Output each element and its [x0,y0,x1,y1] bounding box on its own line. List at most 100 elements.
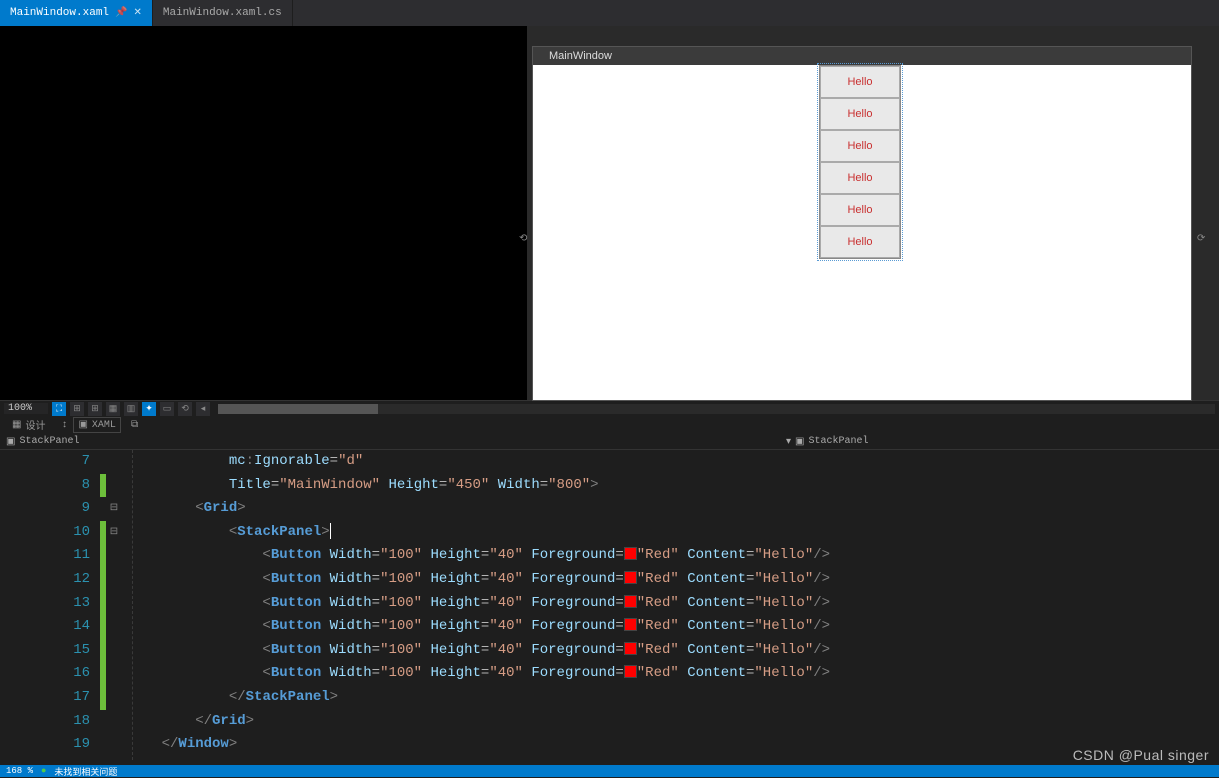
popout-icon[interactable]: ⧉ [131,419,138,431]
preview-button[interactable]: Hello [820,130,900,162]
design-icon: ▦ [12,419,21,431]
zoom-combo[interactable]: 100% [4,403,48,414]
code-line[interactable]: <Button Width="100" Height="40" Foregrou… [122,662,1219,686]
code-line[interactable]: <StackPanel> [122,521,1219,545]
file-tab-bar: MainWindow.xaml 📌 ✕ MainWindow.xaml.cs [0,0,1219,26]
designer-canvas[interactable]: MainWindow HelloHelloHelloHelloHelloHell… [527,26,1219,400]
preview-stackpanel[interactable]: HelloHelloHelloHelloHelloHello [819,65,901,259]
preview-body: HelloHelloHelloHelloHelloHello ⟲ ⟳ [533,65,1191,400]
line-number: 9 [0,497,90,521]
fold-toggle [106,639,122,663]
breadcrumb-right[interactable]: ▾ ▣ StackPanel [786,434,869,449]
tab-label: MainWindow.xaml.cs [163,7,282,19]
preview-button[interactable]: Hello [820,66,900,98]
preview-window[interactable]: MainWindow HelloHelloHelloHelloHelloHell… [532,46,1192,401]
fold-toggle [106,615,122,639]
breadcrumb-bar: ▣ StackPanel ▾ ▣ StackPanel [0,434,1219,450]
code-line[interactable]: <Button Width="100" Height="40" Foregrou… [122,568,1219,592]
line-number: 19 [0,733,90,757]
breadcrumb-left-label: StackPanel [19,436,79,447]
indent-guide [132,450,133,760]
fold-toggle [106,710,122,734]
line-number: 7 [0,450,90,474]
line-number: 8 [0,474,90,498]
pane-tab-xaml[interactable]: ▣ XAML [73,417,120,433]
pane-tab-design[interactable]: ▦ 设计 [8,416,49,434]
fold-toggle[interactable]: ⊟ [106,521,122,545]
status-bar: 168 % ● 未找到相关问题 [0,765,1219,777]
preview-button[interactable]: Hello [820,226,900,258]
xaml-editor[interactable]: 78910111213141516171819 ⊟⊟ mc:Ignorable=… [0,450,1219,760]
pane-tab-design-label: 设计 [25,417,45,433]
line-number: 15 [0,639,90,663]
color-swatch-icon [624,618,637,631]
check-icon: ● [41,766,46,776]
line-number: 16 [0,662,90,686]
container-icon: ▣ [795,436,804,448]
fold-toggle [106,662,122,686]
code-line[interactable]: <Button Width="100" Height="40" Foregrou… [122,639,1219,663]
fold-toggle [106,733,122,757]
snap-icon[interactable]: ▦ [106,402,120,416]
preview-button[interactable]: Hello [820,98,900,130]
container-icon: ▣ [6,436,15,448]
status-message: 未找到相关问题 [54,765,117,778]
pane-tab-xaml-label: XAML [92,420,116,431]
designer-empty-area [0,26,527,400]
tab-mainwindow-xaml[interactable]: MainWindow.xaml 📌 ✕ [0,0,153,26]
code-line[interactable]: </StackPanel> [122,686,1219,710]
fold-toggle [106,474,122,498]
resize-handle-left[interactable]: ⟲ [519,233,527,241]
fold-toggle [106,450,122,474]
color-swatch-icon [624,571,637,584]
dropdown-icon: ▾ [786,436,791,448]
code-line[interactable]: </Grid> [122,710,1219,734]
color-swatch-icon [624,642,637,655]
guides-icon[interactable]: ▥ [124,402,138,416]
line-number: 13 [0,592,90,616]
code-line[interactable]: <Button Width="100" Height="40" Foregrou… [122,615,1219,639]
preview-button[interactable]: Hello [820,162,900,194]
line-number: 10 [0,521,90,545]
code-line[interactable]: <Button Width="100" Height="40" Foregrou… [122,544,1219,568]
close-icon[interactable]: ✕ [133,7,141,19]
fold-toggle [106,568,122,592]
status-zoom[interactable]: 168 % [6,766,33,776]
fit-icon[interactable]: ⛶ [52,402,66,416]
breadcrumb-right-label: StackPanel [808,436,868,447]
grid2-icon[interactable]: ⊞ [88,402,102,416]
breadcrumb-left[interactable]: ▣ StackPanel [6,434,786,449]
fold-toggle [106,592,122,616]
line-number: 12 [0,568,90,592]
rotate-icon[interactable]: ⟲ [178,402,192,416]
preview-button[interactable]: Hello [820,194,900,226]
fold-toggle[interactable]: ⊟ [106,497,122,521]
pane-tab-bar: ▦ 设计 ↕ ▣ XAML ⧉ [0,416,1219,434]
scroll-thumb[interactable] [218,404,378,414]
code-line[interactable]: mc:Ignorable="d" [122,450,1219,474]
code-line[interactable]: </Window> [122,733,1219,757]
fold-toggle [106,544,122,568]
line-number: 14 [0,615,90,639]
xaml-icon: ▣ [78,419,87,431]
left-arrow-icon[interactable]: ◂ [196,402,210,416]
line-number: 11 [0,544,90,568]
resize-handle-right[interactable]: ⟳ [1197,233,1205,241]
code-area[interactable]: mc:Ignorable="d" Title="MainWindow" Heig… [122,450,1219,760]
effects-icon[interactable]: ✦ [142,402,156,416]
grid-icon[interactable]: ⊞ [70,402,84,416]
line-number-gutter: 78910111213141516171819 [0,450,100,760]
code-line[interactable]: <Grid> [122,497,1219,521]
color-swatch-icon [624,665,637,678]
swap-panes-icon[interactable]: ↕ [61,420,67,431]
code-line[interactable]: <Button Width="100" Height="40" Foregrou… [122,592,1219,616]
code-line[interactable]: Title="MainWindow" Height="450" Width="8… [122,474,1219,498]
device-icon[interactable]: ▭ [160,402,174,416]
fold-gutter: ⊟⊟ [106,450,122,760]
pin-icon[interactable]: 📌 [115,7,127,19]
designer-surface: MainWindow HelloHelloHelloHelloHelloHell… [0,26,1219,400]
tab-mainwindow-xaml-cs[interactable]: MainWindow.xaml.cs [153,0,293,26]
line-number: 18 [0,710,90,734]
designer-scrollbar[interactable] [218,404,1215,414]
designer-toolbar: 100% ⛶ ⊞ ⊞ ▦ ▥ ✦ ▭ ⟲ ◂ [0,400,1219,416]
